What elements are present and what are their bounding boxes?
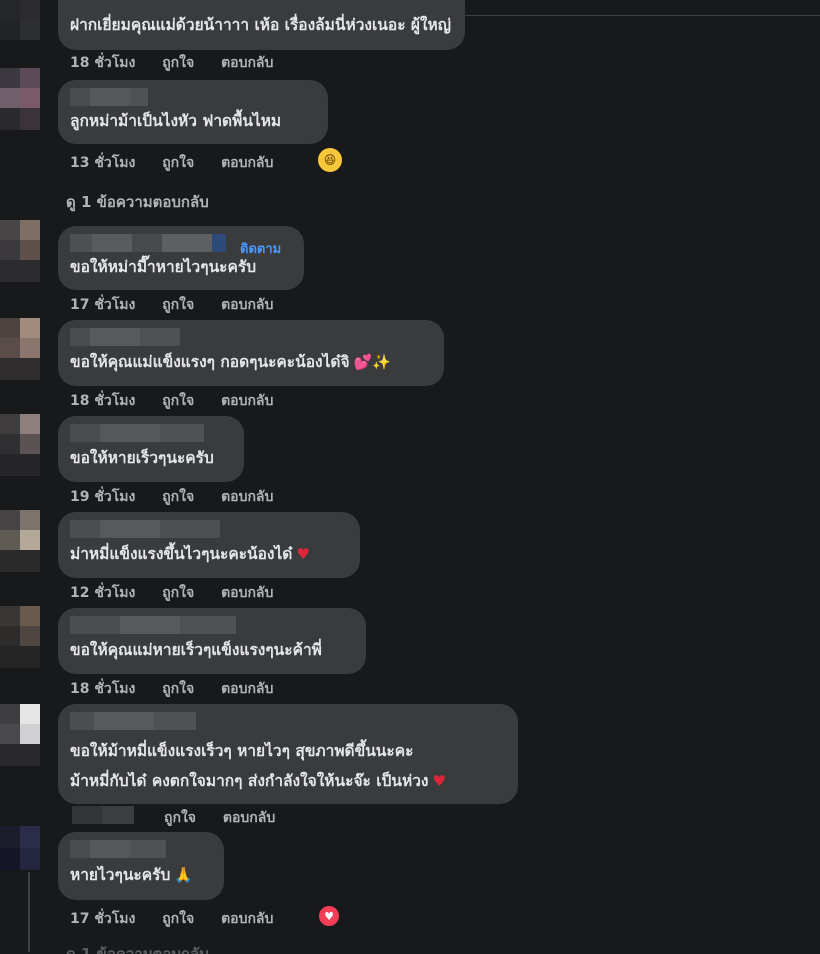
avatar[interactable]	[0, 414, 58, 476]
comment-time[interactable]: 13 ชั่วโมง	[70, 155, 135, 171]
comment-bubble: ลูกหม่าม้าเป็นไงหัว ฟาดพื้นไหม	[58, 80, 328, 144]
blurred-author-name	[70, 616, 352, 634]
comment-actions: ถูกใจ ตอบกลับ	[164, 807, 297, 829]
comment-bubble: ขอให้คุณแม่แข็งแรงๆ กอดๆนะคะน้องได๋จิ 💕✨	[58, 320, 444, 386]
comment-bubble: ขอให้ม้าหมี่แข็งแรงเร็วๆ หายไวๆ สุขภาพดี…	[58, 704, 518, 804]
avatar[interactable]	[0, 606, 58, 668]
comment-time[interactable]: 12 ชั่วโมง	[70, 585, 135, 601]
reply-button[interactable]: ตอบกลับ	[221, 155, 273, 171]
comment-text: ฝากเยี่ยมคุณแม่ด้วยน้าาาา เห้อ เรื่องล้ม…	[70, 16, 451, 34]
blurred-author-name	[70, 520, 346, 538]
view-replies-link[interactable]: ดู 1 ข้อความตอบกลับ	[66, 190, 209, 214]
sparkling-heart-emoji: 💕✨	[353, 353, 391, 371]
blurred-author-name	[70, 328, 430, 346]
reply-button[interactable]: ตอบกลับ	[221, 393, 273, 409]
comment-time[interactable]: 19 ชั่วโมง	[70, 489, 135, 505]
like-button[interactable]: ถูกใจ	[162, 155, 194, 171]
comment-actions: 12 ชั่วโมง ถูกใจ ตอบกลับ	[70, 582, 295, 604]
avatar[interactable]	[0, 826, 58, 870]
like-button[interactable]: ถูกใจ	[162, 297, 194, 313]
comment-text: หายไวๆนะครับ 🙏	[70, 866, 193, 884]
like-button[interactable]: ถูกใจ	[162, 681, 194, 697]
avatar[interactable]	[0, 510, 58, 572]
like-button[interactable]: ถูกใจ	[162, 489, 194, 505]
comment-text: ขอให้คุณแม่แข็งแรงๆ กอดๆนะคะน้องได๋จิ 💕✨	[70, 353, 391, 371]
comment-actions: 18 ชั่วโมง ถูกใจ ตอบกลับ	[70, 390, 295, 412]
blurred-timestamp	[72, 806, 134, 824]
follow-button[interactable]: ติดตาม	[240, 238, 281, 259]
comment-actions: 19 ชั่วโมง ถูกใจ ตอบกลับ	[70, 486, 295, 508]
comment-actions: 18 ชั่วโมง ถูกใจ ตอบกลับ	[70, 678, 295, 700]
haha-reaction-icon[interactable]: 😆	[318, 148, 342, 172]
avatar[interactable]	[0, 220, 58, 282]
love-reaction-icon[interactable]: ♥	[317, 904, 341, 928]
comment-time[interactable]: 18 ชั่วโมง	[70, 55, 135, 71]
comment-text: ขอให้ม้าหมี่แข็งแรงเร็วๆ หายไวๆ สุขภาพดี…	[70, 742, 414, 760]
avatar[interactable]	[0, 704, 58, 766]
comment-time[interactable]: 18 ชั่วโมง	[70, 681, 135, 697]
reply-button[interactable]: ตอบกลับ	[221, 55, 273, 71]
like-button[interactable]: ถูกใจ	[162, 585, 194, 601]
comment-actions: 18 ชั่วโมง ถูกใจ ตอบกลับ	[70, 52, 295, 74]
comment-text: ลูกหม่าม้าเป็นไงหัว ฟาดพื้นไหม	[70, 112, 282, 130]
blurred-author-name	[70, 88, 314, 106]
like-button[interactable]: ถูกใจ	[162, 911, 194, 927]
comment-bubble: ฝากเยี่ยมคุณแม่ด้วยน้าาาา เห้อ เรื่องล้ม…	[58, 0, 465, 50]
comment-bubble: หายไวๆนะครับ 🙏	[58, 832, 224, 900]
blurred-author-name	[70, 840, 210, 858]
comment-time[interactable]: 17 ชั่วโมง	[70, 911, 135, 927]
folded-hands-emoji: 🙏	[174, 866, 193, 884]
like-button[interactable]: ถูกใจ	[162, 55, 194, 71]
reply-button[interactable]: ตอบกลับ	[223, 810, 275, 826]
blurred-author-name	[70, 424, 230, 442]
comment-time[interactable]: 18 ชั่วโมง	[70, 393, 135, 409]
like-button[interactable]: ถูกใจ	[162, 393, 194, 409]
comment-text: ม่าหมี่แข็งแรงขึ้นไวๆนะคะน้องได๋ ♥	[70, 545, 310, 563]
comment-time[interactable]: 17 ชั่วโมง	[70, 297, 135, 313]
like-button[interactable]: ถูกใจ	[164, 810, 196, 826]
comment-bubble: ม่าหมี่แข็งแรงขึ้นไวๆนะคะน้องได๋ ♥	[58, 512, 360, 578]
comment-actions: 17 ชั่วโมง ถูกใจ ตอบกลับ	[70, 294, 295, 316]
comment-text: ขอให้หายเร็วๆนะครับ	[70, 449, 214, 467]
avatar[interactable]	[0, 68, 58, 130]
comment-actions: 13 ชั่วโมง ถูกใจ ตอบกลับ	[70, 152, 295, 174]
comment-actions: 17 ชั่วโมง ถูกใจ ตอบกลับ	[70, 908, 295, 930]
blurred-author-name	[70, 712, 504, 730]
comment-text-line-2: ม้าหมี่กับได๋ คงตกใจมากๆ ส่งกำลังใจให้นะ…	[70, 772, 446, 790]
red-heart-emoji: ♥	[432, 772, 446, 790]
comment-bubble: ขอให้คุณแม่หายเร็วๆแข็งแรงๆนะค้าพี่	[58, 608, 366, 674]
comment-bubble: ขอให้หายเร็วๆนะครับ	[58, 416, 244, 482]
reply-button[interactable]: ตอบกลับ	[221, 489, 273, 505]
red-heart-emoji: ♥	[296, 545, 310, 563]
view-replies-link[interactable]: ดู 1 ข้อความตอบกลับ	[66, 942, 209, 954]
reply-button[interactable]: ตอบกลับ	[221, 585, 273, 601]
avatar[interactable]	[0, 318, 58, 380]
comment-text: ขอให้หม่ามี๊าหายไวๆนะครับ	[70, 258, 257, 276]
reply-button[interactable]: ตอบกลับ	[221, 911, 273, 927]
avatar[interactable]	[0, 0, 58, 40]
reply-thread-line	[28, 872, 30, 952]
reply-button[interactable]: ตอบกลับ	[221, 681, 273, 697]
comment-text: ขอให้คุณแม่หายเร็วๆแข็งแรงๆนะค้าพี่	[70, 641, 322, 659]
reply-button[interactable]: ตอบกลับ	[221, 297, 273, 313]
